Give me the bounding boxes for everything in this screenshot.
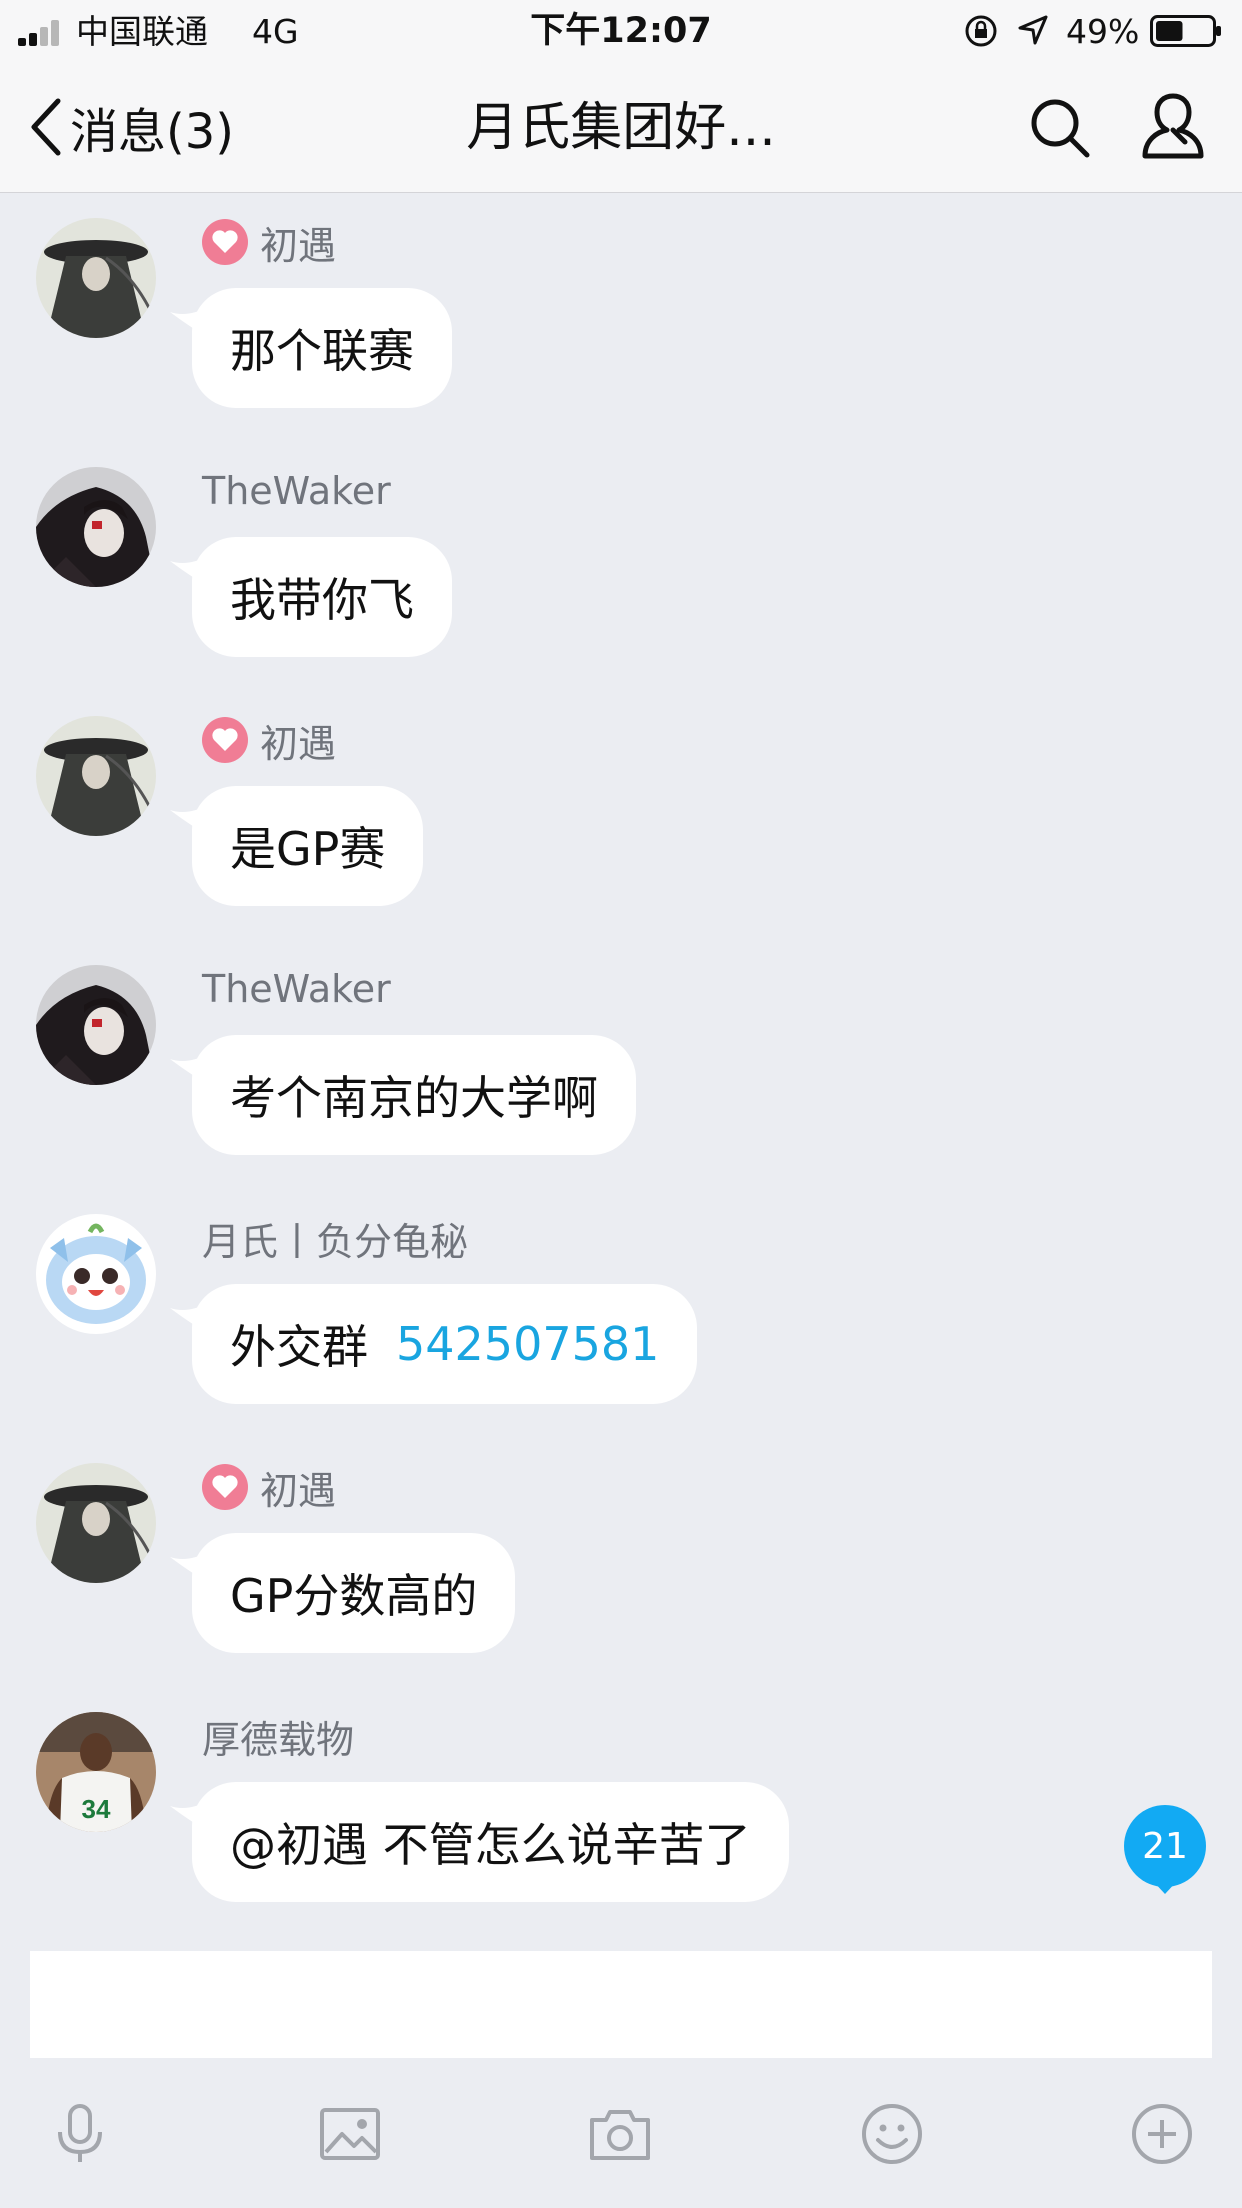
- status-time: 下午12:07: [530, 11, 712, 51]
- sender-name: 初遇: [202, 716, 336, 766]
- message-bubble[interactable]: @初遇 不管怎么说辛苦了: [192, 1782, 789, 1902]
- heart-badge-icon: [202, 219, 248, 265]
- message-bubble[interactable]: 我带你飞: [192, 537, 452, 657]
- message-text: 是GP赛: [230, 822, 386, 876]
- avatar-cartoon-owl-image: [36, 1214, 156, 1334]
- message-text: 那个联赛: [230, 324, 414, 378]
- message-bubble[interactable]: 外交群 542507581: [192, 1284, 698, 1404]
- sender-label: 初遇: [260, 721, 337, 766]
- sender-label: TheWaker: [202, 469, 391, 513]
- message-text: GP分数高的: [230, 1569, 478, 1623]
- avatar[interactable]: 34: [36, 1712, 156, 1832]
- image-icon[interactable]: [318, 2102, 382, 2166]
- heart-badge-icon: [202, 717, 248, 763]
- status-bar: 中国联通 4G 下午12:07 49%: [0, 0, 1242, 62]
- message-text: @初遇 不管怎么说辛苦了: [230, 1818, 751, 1872]
- message-row: 初遇 那个联赛: [0, 218, 1242, 418]
- message-bubble[interactable]: 是GP赛: [192, 786, 424, 906]
- sender-name: TheWaker: [202, 965, 391, 1013]
- message-text: 考个南京的大学啊: [230, 1071, 598, 1125]
- battery-percent: 49%: [1066, 12, 1140, 51]
- avatar[interactable]: [36, 1463, 156, 1583]
- avatar[interactable]: [36, 1214, 156, 1334]
- message-input[interactable]: [30, 1951, 1212, 2058]
- message-bubble[interactable]: 那个联赛: [192, 288, 452, 408]
- sender-label: 月氏丨负分龟秘: [202, 1219, 469, 1264]
- avatar[interactable]: [36, 467, 156, 587]
- message-row: 初遇 是GP赛: [0, 716, 1242, 916]
- sender-name: 初遇: [202, 218, 336, 268]
- emoji-icon[interactable]: [860, 2102, 924, 2166]
- nav-bar: 消息(3) 月氏集团好...: [0, 62, 1242, 193]
- message-row: 初遇 GP分数高的: [0, 1463, 1242, 1663]
- avatar-basketball-player-image: 34: [36, 1712, 156, 1832]
- heart-badge-icon: [202, 1464, 248, 1510]
- rotation-lock-icon: [965, 15, 997, 47]
- sender-label: 初遇: [260, 223, 337, 268]
- avatar-anime-dark-image: [36, 965, 156, 1085]
- sender-name: TheWaker: [202, 467, 391, 515]
- avatar-ink-portrait-image: [36, 1463, 156, 1583]
- avatar[interactable]: [36, 218, 156, 338]
- avatar-ink-portrait-image: [36, 716, 156, 836]
- message-row: 月氏丨负分龟秘 外交群 542507581: [0, 1214, 1242, 1414]
- sender-label: TheWaker: [202, 967, 391, 1011]
- location-arrow-icon: [1018, 15, 1048, 45]
- input-toolbar: [0, 2058, 1242, 2208]
- message-row: TheWaker 考个南京的大学啊: [0, 965, 1242, 1165]
- avatar-anime-dark-image: [36, 467, 156, 587]
- unread-count-badge[interactable]: 21: [1124, 1805, 1206, 1887]
- group-members-icon[interactable]: [1137, 92, 1209, 162]
- sender-label: 初遇: [260, 1468, 337, 1513]
- battery-icon: [1150, 15, 1221, 47]
- message-text: 外交群: [230, 1320, 368, 1374]
- sender-name: 初遇: [202, 1463, 336, 1513]
- jersey-number: 34: [82, 1794, 111, 1824]
- message-text: 我带你飞: [230, 573, 414, 627]
- avatar-ink-portrait-image: [36, 218, 156, 338]
- avatar[interactable]: [36, 965, 156, 1085]
- microphone-icon[interactable]: [48, 2102, 112, 2166]
- sender-label: 厚德载物: [202, 1717, 355, 1762]
- search-icon[interactable]: [1028, 96, 1092, 160]
- avatar[interactable]: [36, 716, 156, 836]
- unread-badge-pointer: [1152, 1880, 1178, 1894]
- group-number-link[interactable]: 542507581: [396, 1317, 659, 1371]
- message-row: TheWaker 我带你飞: [0, 467, 1242, 667]
- sender-name: 厚德载物: [202, 1712, 354, 1762]
- message-bubble[interactable]: GP分数高的: [192, 1533, 516, 1653]
- message-bubble[interactable]: 考个南京的大学啊: [192, 1035, 636, 1155]
- sender-name: 月氏丨负分龟秘: [202, 1214, 468, 1264]
- plus-icon[interactable]: [1130, 2102, 1194, 2166]
- camera-icon[interactable]: [588, 2102, 652, 2166]
- message-row: 34 厚德载物 @初遇 不管怎么说辛苦了: [0, 1712, 1242, 1912]
